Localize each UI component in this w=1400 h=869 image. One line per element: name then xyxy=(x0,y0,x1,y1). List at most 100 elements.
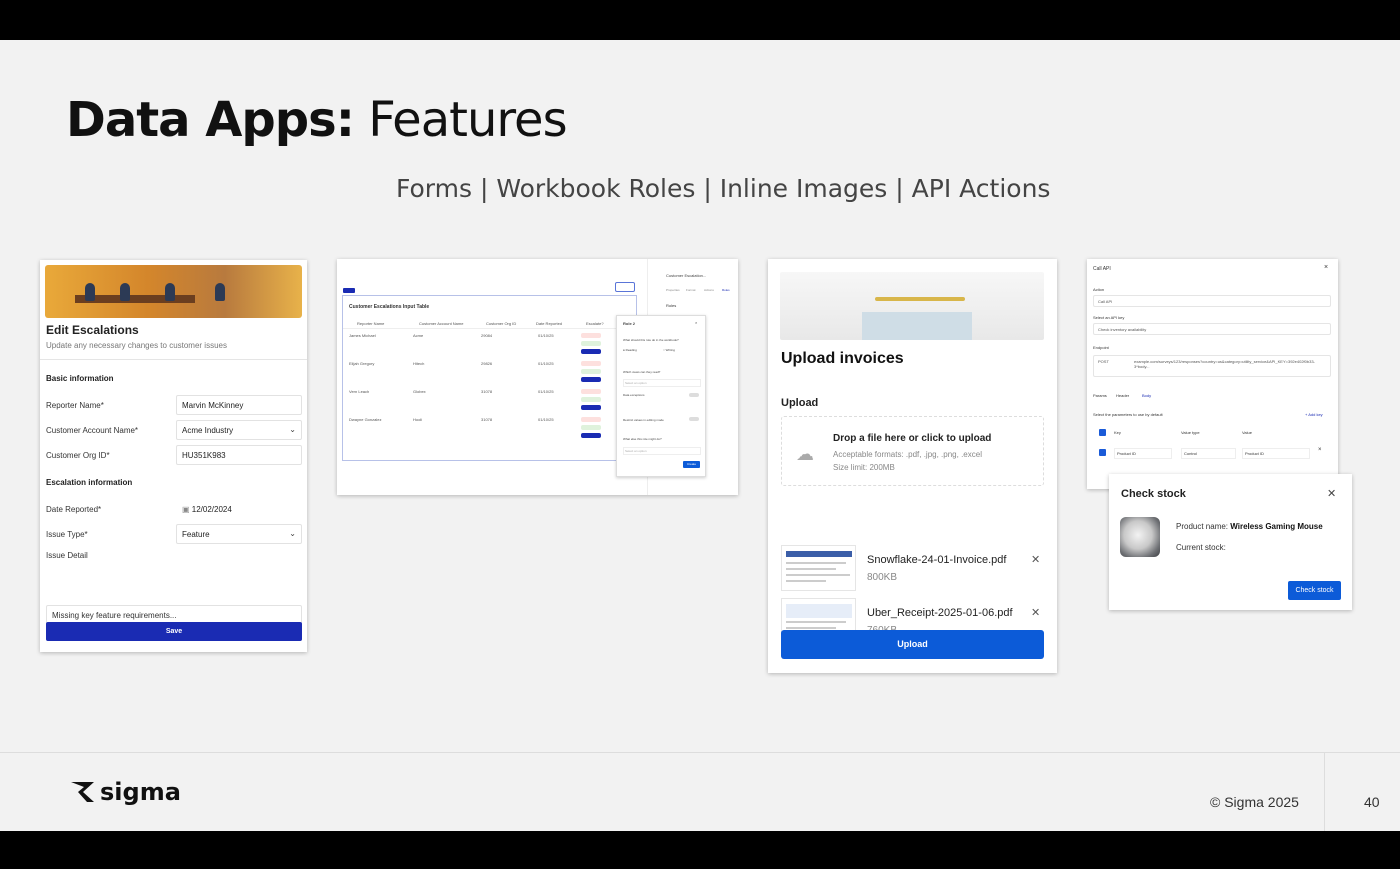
tab-format[interactable]: Format xyxy=(686,288,696,292)
panel-select[interactable]: Select an option xyxy=(623,379,701,387)
add-key-link[interactable]: + Add key xyxy=(1305,412,1323,417)
upload-button[interactable]: Upload xyxy=(781,630,1044,659)
col-header[interactable]: Customer Account Name xyxy=(419,321,463,326)
col-header[interactable]: Escalate? xyxy=(586,321,604,326)
upload-card: Upload invoices Upload ☁ Drop a file her… xyxy=(768,259,1057,673)
status-tag xyxy=(581,341,601,346)
close-icon[interactable]: × xyxy=(695,320,697,325)
sidebar-title: Customer Escalation... xyxy=(666,273,707,278)
status-tag xyxy=(581,361,601,366)
value-select[interactable]: Product ID xyxy=(1242,448,1310,459)
tab-roles[interactable]: Roles xyxy=(722,288,730,292)
upload-section: Upload xyxy=(781,397,819,409)
form-subtitle: Update any necessary changes to customer… xyxy=(46,341,227,350)
status-tag xyxy=(581,417,601,422)
slide-title: Data Apps: Features xyxy=(66,92,568,148)
table-cell: Vern Leach xyxy=(349,389,370,394)
col-header: Key xyxy=(1114,430,1121,435)
action-select[interactable]: Call API xyxy=(1093,295,1331,307)
office-photo xyxy=(45,265,302,318)
issue-type-select[interactable]: Feature ⌄ xyxy=(176,524,302,544)
tab-properties[interactable]: Properties xyxy=(666,288,680,292)
reporter-input[interactable]: Marvin McKinney xyxy=(176,395,302,415)
table-cell: Hitech xyxy=(413,361,425,366)
check-stock-button[interactable]: Check stock xyxy=(1288,581,1341,600)
param-hint: Select the parameters to use by default xyxy=(1093,412,1163,417)
close-icon[interactable]: × xyxy=(1318,447,1322,453)
logo-text: sigma xyxy=(100,778,181,806)
chevron-down-icon: ⌄ xyxy=(289,425,296,434)
panel-toggle-label: Data exceptions xyxy=(623,393,645,397)
account-value: Acme Industry xyxy=(182,426,234,435)
close-icon[interactable]: × xyxy=(1324,264,1328,271)
product-value: Wireless Gaming Mouse xyxy=(1230,522,1323,531)
roles-section: Roles xyxy=(666,303,677,308)
status-tag xyxy=(581,405,601,410)
action-label: Action xyxy=(1093,287,1105,292)
status-tag xyxy=(581,377,601,382)
endpoint-field[interactable]: POST example.com/surveys/123/responses?c… xyxy=(1093,355,1331,377)
file-name: Uber_Receipt-2025-01-06.pdf xyxy=(867,607,1013,619)
copyright: © Sigma 2025 xyxy=(1210,794,1299,810)
date-label: Date Reported* xyxy=(46,505,102,514)
issue-type-label: Issue Type* xyxy=(46,530,88,539)
method-select[interactable]: POST xyxy=(1098,359,1109,364)
table-cell: 31078 xyxy=(481,389,493,394)
form-title: Edit Escalations xyxy=(46,323,139,337)
product-label: Product name: xyxy=(1176,522,1229,531)
org-input[interactable]: HU351K983 xyxy=(176,445,302,465)
col-header[interactable]: Reporter Name xyxy=(357,321,384,326)
panel-select[interactable]: Select an option xyxy=(623,447,701,455)
status-tag xyxy=(581,349,601,354)
checkbox[interactable] xyxy=(1099,449,1106,456)
create-button[interactable]: Create xyxy=(683,461,700,468)
panel-title: Role 2 xyxy=(623,321,636,326)
radio-label: Writing xyxy=(665,348,675,352)
remove-file-icon[interactable]: ✕ xyxy=(1031,606,1040,619)
issue-detail-label: Issue Detail xyxy=(46,551,88,560)
toolbar-icons[interactable] xyxy=(615,282,635,292)
key-input[interactable]: Product ID xyxy=(1114,448,1172,459)
file-thumbnail xyxy=(781,545,856,591)
footer-divider xyxy=(1324,753,1325,831)
checkbox[interactable] xyxy=(1099,429,1106,436)
title-bold: Data Apps: xyxy=(66,92,355,148)
table-cell: Elijah Gregory xyxy=(349,361,375,366)
cloud-upload-icon: ☁ xyxy=(796,444,814,464)
table-cell: 01/10/25 xyxy=(538,417,554,422)
close-icon[interactable]: ✕ xyxy=(1327,487,1336,500)
col-header[interactable]: Customer Org ID xyxy=(486,321,516,326)
table-cell: 01/10/25 xyxy=(538,333,554,338)
value-type-select[interactable]: Control xyxy=(1181,448,1236,459)
toggle[interactable] xyxy=(689,417,699,421)
radio-writing[interactable]: ○ Writing xyxy=(663,348,675,352)
table-cell: 31078 xyxy=(481,417,493,422)
col-header[interactable]: Date Reported xyxy=(536,321,562,326)
table-title: Customer Escalations Input Table xyxy=(349,304,430,310)
org-label: Customer Org ID* xyxy=(46,451,110,460)
drop-zone[interactable]: ☁ Drop a file here or click to upload Ac… xyxy=(781,416,1044,486)
status-tag xyxy=(581,433,601,438)
tab-params[interactable]: Params xyxy=(1093,393,1107,398)
section-escalation: Escalation information xyxy=(46,478,133,487)
api-key-value: Check inventory availability xyxy=(1098,327,1147,332)
tab-actions[interactable]: Actions xyxy=(704,288,714,292)
reporter-value: Marvin McKinney xyxy=(182,401,244,410)
account-select[interactable]: Acme Industry ⌄ xyxy=(176,420,302,440)
panel-toggle-label: Restrict values in editing mode xyxy=(623,418,664,422)
form-card: Edit Escalations Update any necessary ch… xyxy=(40,260,307,652)
status-tag xyxy=(581,333,601,338)
remove-file-icon[interactable]: ✕ xyxy=(1031,553,1040,566)
date-input[interactable]: ▣ 12/02/2024 xyxy=(176,499,302,519)
chevron-down-icon: ⌄ xyxy=(289,529,296,538)
save-button[interactable]: Save xyxy=(46,622,302,641)
tab-header[interactable]: Header xyxy=(1116,393,1129,398)
toggle[interactable] xyxy=(689,393,699,397)
api-key-label: Select an API key xyxy=(1093,315,1125,320)
api-key-select[interactable]: Check inventory availability xyxy=(1093,323,1331,335)
status-tag xyxy=(581,369,601,374)
input-table: Customer Escalations Input Table Reporte… xyxy=(342,295,638,461)
tab-body[interactable]: Body xyxy=(1142,393,1151,398)
radio-reading[interactable]: ● Reading xyxy=(623,348,637,352)
api-title: Call API xyxy=(1093,266,1111,272)
